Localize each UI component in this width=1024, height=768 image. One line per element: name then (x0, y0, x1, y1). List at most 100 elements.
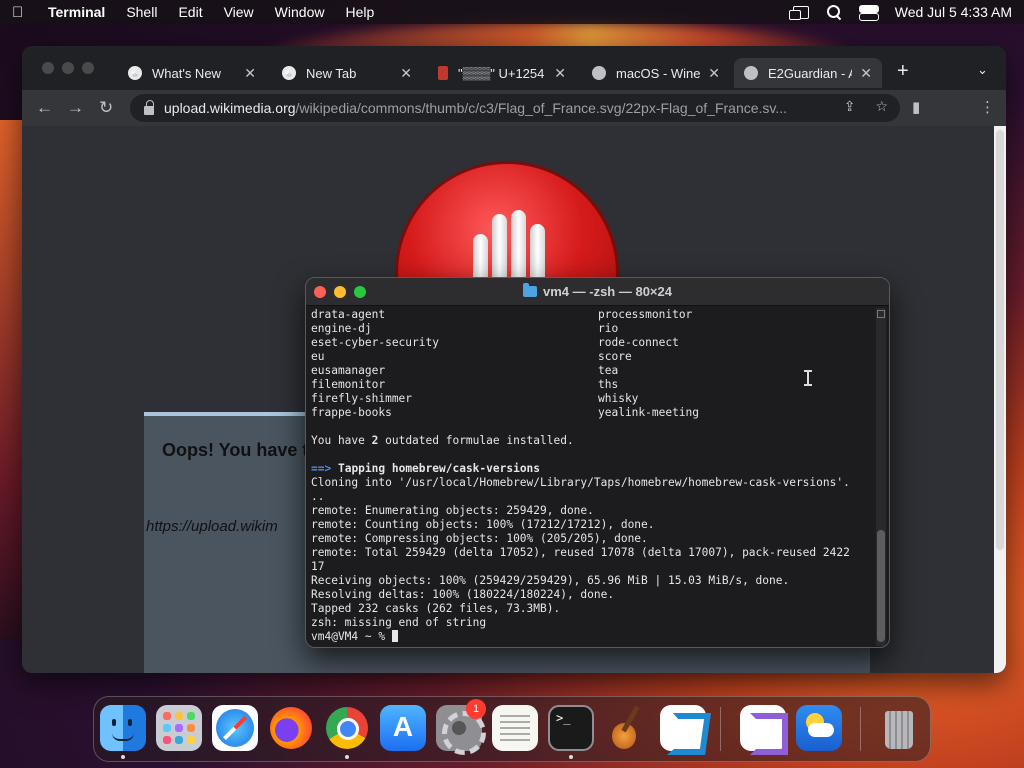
minimize-icon[interactable] (62, 62, 74, 74)
running-indicator (569, 755, 573, 759)
menu-app-name[interactable]: Terminal (48, 4, 105, 20)
cask-name: firefly-shimmer (311, 392, 413, 405)
firefox-icon[interactable] (268, 705, 314, 751)
terminal-line: Tapped 232 casks (262 files, 73.3MB). (311, 602, 871, 616)
address-bar[interactable]: upload.wikimedia.org /wikipedia/commons/… (130, 94, 900, 122)
terminal-line: firefly-shimmer whisky (311, 392, 871, 406)
cask-name: engine-dj (311, 322, 372, 335)
terminal-output[interactable]: drata-agent processmonitor engine-dj rio ese… (311, 308, 871, 646)
menu-window[interactable]: Window (275, 4, 325, 20)
textedit-icon[interactable] (492, 705, 538, 751)
app-store-icon[interactable] (380, 705, 426, 751)
side-panel-icon[interactable]: ▮ (912, 98, 920, 116)
menu-bar:  Terminal Shell Edit View Window Help W… (0, 0, 1024, 24)
garageband-icon[interactable] (604, 705, 650, 751)
page-scrollbar[interactable] (996, 130, 1004, 550)
tab-label: What's New (152, 65, 221, 81)
running-indicator (121, 755, 125, 759)
reload-icon[interactable]: ↻ (99, 98, 113, 118)
weather-icon[interactable] (796, 705, 842, 751)
tab-label: E2Guardian - A (768, 65, 853, 81)
tab-e2guardian[interactable]: E2Guardian - A ✕ (734, 58, 882, 88)
tab-strip: What's New ✕ New Tab ✕ "▒▒▒" U+1254 ✕ ma… (22, 46, 1006, 90)
tap-arrow: ==> (311, 462, 332, 475)
output-line: remote: Counting objects: 100% (17212/17… (311, 518, 655, 531)
terminal-line: You have 2 outdated formulae installed. (311, 434, 871, 448)
system-settings-icon[interactable]: 1 (436, 699, 486, 755)
outdated-prefix: You have (311, 434, 372, 447)
dock-separator (860, 707, 861, 751)
tab-unicode[interactable]: "▒▒▒" U+1254 ✕ (428, 58, 576, 88)
vscode-icon[interactable] (660, 705, 706, 751)
cask-name: tea (598, 364, 619, 377)
output-line: remote: Compressing objects: 100% (205/2… (311, 532, 648, 545)
launchpad-icon[interactable] (156, 705, 202, 751)
cask-name: score (598, 350, 632, 363)
ibeam-cursor-icon (803, 370, 813, 386)
browser-toolbar: ← → ↻ upload.wikimedia.org /wikipedia/co… (22, 90, 1006, 126)
cask-name: rio (598, 322, 619, 335)
running-indicator (345, 755, 349, 759)
close-icon[interactable] (314, 286, 326, 298)
terminal-icon[interactable] (548, 705, 594, 751)
terminal-line: remote: Total 259429 (delta 17052), reus… (311, 546, 871, 560)
tab-close-icon[interactable]: ✕ (244, 65, 256, 82)
chrome-icon (128, 66, 142, 80)
forward-arrow-icon[interactable]: → (67, 98, 84, 118)
tab-whats-new[interactable]: What's New ✕ (118, 58, 266, 88)
zoom-icon[interactable] (82, 62, 94, 74)
output-line: remote: Enumerating objects: 259429, don… (311, 504, 594, 517)
menu-clock[interactable]: Wed Jul 5 4:33 AM (895, 4, 1012, 20)
chrome-icon[interactable] (324, 705, 370, 751)
new-tab-plus-icon[interactable]: + (897, 60, 909, 83)
menu-view[interactable]: View (224, 4, 254, 20)
tab-close-icon[interactable]: ✕ (860, 65, 872, 82)
close-icon[interactable] (42, 62, 54, 74)
control-center-icon[interactable] (858, 5, 879, 21)
chrome-icon (282, 66, 296, 80)
scroll-thumb[interactable] (877, 530, 885, 642)
terminal-scrollbar[interactable] (876, 308, 886, 646)
scroll-up-icon[interactable] (877, 310, 885, 318)
more-menu-icon[interactable]: ⋮ (980, 98, 995, 116)
screen-mirroring-icon[interactable] (788, 5, 809, 20)
menu-edit[interactable]: Edit (178, 4, 202, 20)
cask-name: rode-connect (598, 336, 679, 349)
menu-help[interactable]: Help (345, 4, 374, 20)
terminal-line: drata-agent processmonitor (311, 308, 871, 322)
bookmark-star-icon[interactable]: ☆ (875, 98, 888, 115)
finder-icon[interactable] (100, 705, 146, 751)
cask-name: ths (598, 378, 619, 391)
share-icon[interactable]: ⇪ (844, 98, 856, 115)
spotlight-search-icon[interactable] (826, 5, 841, 19)
visual-studio-icon[interactable] (740, 705, 788, 755)
terminal-line: ==> Tapping homebrew/cask-versions (311, 462, 871, 476)
output-line: Tapped 232 casks (262 files, 73.3MB). (311, 602, 561, 615)
terminal-line: 17 (311, 560, 871, 574)
terminal-line: remote: Counting objects: 100% (17212/17… (311, 518, 871, 532)
tab-close-icon[interactable]: ✕ (554, 65, 566, 82)
tab-close-icon[interactable]: ✕ (708, 65, 720, 82)
trash-icon[interactable] (876, 705, 922, 751)
tab-winehq[interactable]: macOS - WineH ✕ (582, 58, 730, 88)
blocked-url: https://upload.wikim (146, 518, 278, 535)
tab-search-chevron-icon[interactable]: ⌄ (977, 62, 988, 78)
tab-new-tab[interactable]: New Tab ✕ (272, 58, 422, 88)
cask-name: whisky (598, 392, 639, 405)
terminal-line: zsh: missing end of string (311, 616, 871, 630)
zoom-icon[interactable] (354, 286, 366, 298)
apple-icon[interactable]:  (12, 4, 28, 21)
output-line: remote: Total 259429 (delta 17052), reus… (311, 546, 850, 559)
minimize-icon[interactable] (334, 286, 346, 298)
output-line: Receiving objects: 100% (259429/259429),… (311, 574, 790, 587)
menu-shell[interactable]: Shell (126, 4, 157, 20)
terminal-line: Cloning into '/usr/local/Homebrew/Librar… (311, 476, 871, 490)
lock-icon[interactable] (144, 99, 154, 115)
tab-close-icon[interactable]: ✕ (400, 65, 412, 82)
back-arrow-icon[interactable]: ← (36, 98, 53, 118)
safari-icon[interactable] (212, 705, 258, 751)
shell-prompt: vm4@VM4 ~ % (311, 630, 392, 643)
tap-text: Tapping homebrew/cask-versions (337, 462, 541, 475)
terminal-titlebar[interactable]: vm4 — -zsh — 80×24 (306, 278, 889, 306)
